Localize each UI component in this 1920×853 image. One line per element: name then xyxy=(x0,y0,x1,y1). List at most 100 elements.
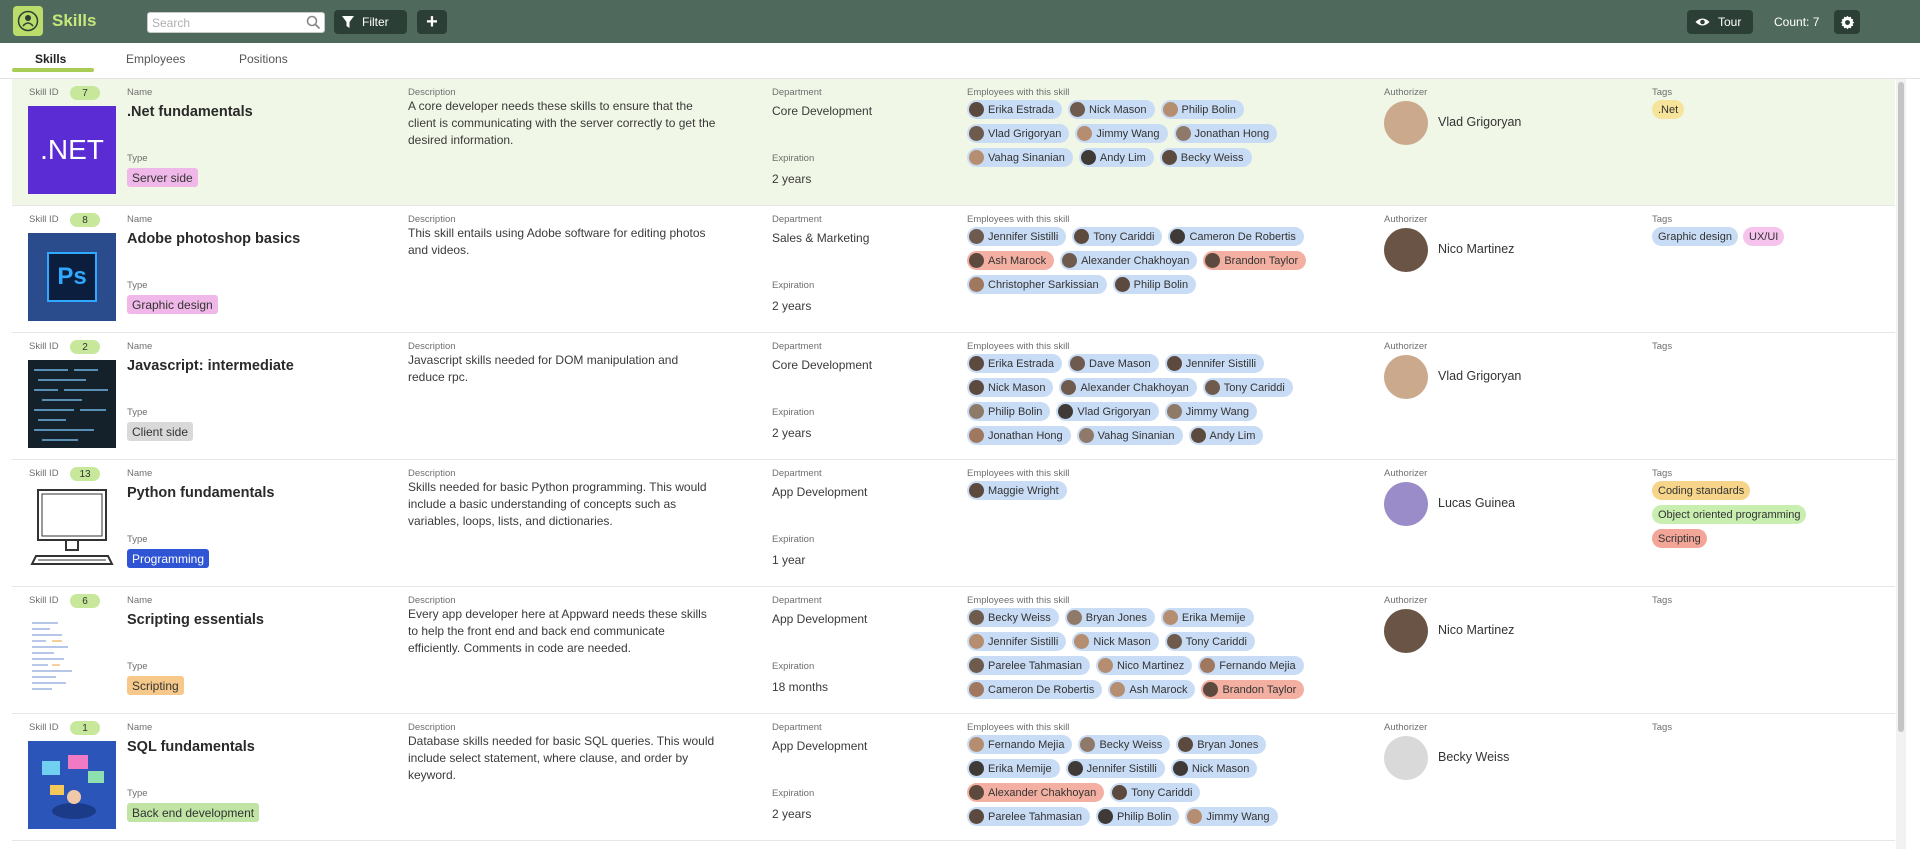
employee-chip[interactable]: Vahag Sinanian xyxy=(967,148,1073,167)
skill-row[interactable]: Skill ID 13 Name Python fundamentals Typ… xyxy=(12,460,1895,587)
employee-chip[interactable]: Alexander Chakhoyan xyxy=(1060,251,1198,270)
employee-chip[interactable]: Becky Weiss xyxy=(1078,735,1171,754)
employee-chip[interactable]: Brandon Taylor xyxy=(1203,251,1307,270)
employee-chip[interactable]: Fernando Mejia xyxy=(967,735,1073,754)
expiration-value: 2 years xyxy=(772,172,812,186)
employee-chip[interactable]: Tony Cariddi xyxy=(1110,783,1201,802)
employee-chip[interactable]: Nico Martinez xyxy=(1095,656,1193,675)
skill-row[interactable]: Skill ID 1 Name SQL fundamentals Type Ba… xyxy=(12,714,1895,841)
employee-chip[interactable]: Maggie Wright xyxy=(967,481,1067,500)
employee-name: Maggie Wright xyxy=(988,484,1059,497)
description-label: Description xyxy=(408,595,456,606)
search-input[interactable] xyxy=(148,15,298,30)
app-logo-icon[interactable] xyxy=(13,6,43,36)
employee-chip[interactable]: Jennifer Sistilli xyxy=(1164,354,1265,373)
skill-name[interactable]: Adobe photoshop basics xyxy=(127,231,300,247)
employee-chip[interactable]: Brandon Taylor xyxy=(1201,680,1305,699)
skill-name[interactable]: Javascript: intermediate xyxy=(127,358,294,374)
tag-badge[interactable]: Graphic design xyxy=(1652,227,1738,246)
employee-chip[interactable]: Erika Estrada xyxy=(967,100,1063,119)
tab-skills[interactable]: Skills xyxy=(35,52,66,66)
scrollbar-thumb[interactable] xyxy=(1898,82,1904,732)
tag-badge[interactable]: .Net xyxy=(1652,100,1685,119)
employee-chip[interactable]: Nick Mason xyxy=(1072,632,1159,651)
employee-chip[interactable]: Tony Cariddi xyxy=(1202,378,1293,397)
tab-employees[interactable]: Employees xyxy=(126,52,185,66)
search-box[interactable] xyxy=(147,12,325,33)
employee-chip[interactable]: Parelee Tahmasian xyxy=(967,656,1090,675)
tag-badge[interactable]: UX/UI xyxy=(1743,227,1785,246)
tab-bar: Skills Employees Positions xyxy=(0,43,1920,79)
employee-chip[interactable]: Erika Memije xyxy=(1160,608,1254,627)
employee-chip[interactable]: Alexander Chakhoyan xyxy=(967,783,1105,802)
skill-row[interactable]: Skill ID 6 Name Scripting essentials Typ… xyxy=(12,587,1895,714)
department-label: Department xyxy=(772,468,822,479)
employee-chip[interactable]: Jonathan Hong xyxy=(1173,124,1278,143)
employee-chip[interactable]: Tony Cariddi xyxy=(1164,632,1255,651)
employee-chip[interactable]: Alexander Chakhoyan xyxy=(1059,378,1197,397)
employees-label: Employees with this skill xyxy=(967,87,1070,98)
employee-chip[interactable]: Nick Mason xyxy=(1068,100,1155,119)
employee-chip[interactable]: Erika Estrada xyxy=(967,354,1063,373)
employee-name: Jimmy Wang xyxy=(1185,405,1249,418)
skill-name[interactable]: SQL fundamentals xyxy=(127,739,255,755)
employee-chip[interactable]: Bryan Jones xyxy=(1064,608,1155,627)
employee-name: Alexander Chakhoyan xyxy=(1081,254,1190,267)
skill-row[interactable]: Skill ID 8 Ps Name Adobe photoshop basic… xyxy=(12,206,1895,333)
employee-chip[interactable]: Fernando Mejia xyxy=(1198,656,1304,675)
authorizer-label: Authorizer xyxy=(1384,214,1428,225)
employee-chip[interactable]: Nick Mason xyxy=(967,378,1054,397)
employee-chip[interactable]: Ash Marock xyxy=(967,251,1055,270)
employee-chip[interactable]: Vahag Sinanian xyxy=(1076,426,1183,445)
employee-chip[interactable]: Vlad Grigoryan xyxy=(1056,402,1159,421)
employee-chip[interactable]: Philip Bolin xyxy=(1112,275,1197,294)
employee-chip[interactable]: Becky Weiss xyxy=(967,608,1059,627)
employee-chip[interactable]: Philip Bolin xyxy=(967,402,1051,421)
employee-chip[interactable]: Andy Lim xyxy=(1078,148,1154,167)
employee-chip[interactable]: Bryan Jones xyxy=(1176,735,1267,754)
employee-chip[interactable]: Cameron De Robertis xyxy=(967,680,1103,699)
employee-chip[interactable]: Dave Mason xyxy=(1068,354,1159,373)
tab-positions[interactable]: Positions xyxy=(239,52,288,66)
employee-chip[interactable]: Jimmy Wang xyxy=(1075,124,1168,143)
tag-badge[interactable]: Scripting xyxy=(1652,529,1707,548)
employee-chip[interactable]: Tony Cariddi xyxy=(1072,227,1163,246)
search-icon[interactable] xyxy=(306,15,321,35)
employee-chip[interactable]: Cameron De Robertis xyxy=(1168,227,1304,246)
skill-row[interactable]: Skill ID 2 Name Javascript: intermediate… xyxy=(12,333,1895,460)
employee-chip[interactable]: Ash Marock xyxy=(1108,680,1196,699)
employee-chip[interactable]: Jonathan Hong xyxy=(967,426,1071,445)
employee-chip[interactable]: Philip Bolin xyxy=(1095,807,1180,826)
filter-button[interactable]: Filter xyxy=(334,10,407,34)
type-label: Type xyxy=(127,788,148,799)
skill-thumbnail xyxy=(28,611,116,699)
expiration-label: Expiration xyxy=(772,788,815,799)
employee-chip[interactable]: Erika Memije xyxy=(967,759,1060,778)
employee-name: Philip Bolin xyxy=(1133,278,1189,291)
add-skill-button[interactable]: + xyxy=(417,10,447,34)
employee-chip[interactable]: Philip Bolin xyxy=(1160,100,1244,119)
employee-chip[interactable]: Jennifer Sistilli xyxy=(967,227,1067,246)
skill-description: A core developer needs these skills to e… xyxy=(408,99,716,147)
skill-name[interactable]: .Net fundamentals xyxy=(127,104,253,120)
employee-avatar xyxy=(1074,634,1090,649)
employee-chip[interactable]: Andy Lim xyxy=(1188,426,1264,445)
skill-name[interactable]: Python fundamentals xyxy=(127,485,274,501)
employee-chip[interactable]: Jennifer Sistilli xyxy=(967,632,1067,651)
employee-chip[interactable]: Christopher Sarkissian xyxy=(967,275,1107,294)
tag-badge[interactable]: Object oriented programming xyxy=(1652,505,1807,524)
authorizer-avatar xyxy=(1384,736,1428,780)
employee-chip[interactable]: Jimmy Wang xyxy=(1164,402,1257,421)
settings-button[interactable] xyxy=(1834,10,1860,34)
employee-avatar xyxy=(969,380,984,395)
employee-chip[interactable]: Jimmy Wang xyxy=(1185,807,1278,826)
employee-chip[interactable]: Parelee Tahmasian xyxy=(967,807,1090,826)
tour-button[interactable]: Tour xyxy=(1687,10,1753,34)
skill-row[interactable]: Skill ID 7 .NET Name .Net fundamentals T… xyxy=(12,79,1895,206)
skill-name[interactable]: Scripting essentials xyxy=(127,612,264,628)
employee-chip[interactable]: Becky Weiss xyxy=(1159,148,1252,167)
employee-chip[interactable]: Nick Mason xyxy=(1170,759,1258,778)
tag-badge[interactable]: Coding standards xyxy=(1652,481,1751,500)
employee-chip[interactable]: Jennifer Sistilli xyxy=(1065,759,1165,778)
employee-chip[interactable]: Vlad Grigoryan xyxy=(967,124,1070,143)
